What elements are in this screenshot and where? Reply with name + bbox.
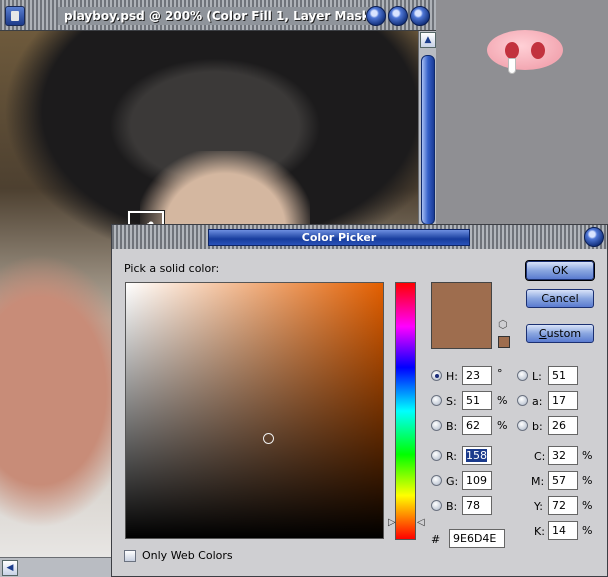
lab-b-label: b: xyxy=(532,420,543,433)
hue-slider-right-arrow-icon[interactable]: ◁ xyxy=(417,517,425,528)
saturation-unit: % xyxy=(497,394,508,407)
saturation-input[interactable]: 51 xyxy=(462,391,492,410)
saturation-brightness-field[interactable] xyxy=(125,282,384,539)
magenta-label: M: xyxy=(531,475,545,488)
cancel-button[interactable]: Cancel xyxy=(526,289,594,308)
custom-button[interactable]: Custom xyxy=(526,324,594,343)
black-input[interactable]: 14 xyxy=(548,521,578,540)
brightness-input[interactable]: 62 xyxy=(462,416,492,435)
lab-a-radio[interactable] xyxy=(517,395,528,406)
picker-title: Color Picker xyxy=(208,229,470,246)
hex-input[interactable]: 9E6D4E xyxy=(449,529,505,548)
hue-radio[interactable] xyxy=(431,370,442,381)
red-radio[interactable] xyxy=(431,450,442,461)
red-label: R: xyxy=(446,450,458,463)
document-title: playboy.psd @ 200% (Color Fill 1, Layer … xyxy=(58,7,382,25)
green-label: G: xyxy=(446,475,459,488)
scroll-up-icon[interactable]: ▲ xyxy=(420,32,436,48)
hue-input[interactable]: 23 xyxy=(462,366,492,385)
magenta-unit: % xyxy=(582,474,593,487)
only-web-colors-checkbox[interactable] xyxy=(124,550,136,562)
scroll-left-icon[interactable]: ◀ xyxy=(2,560,18,576)
brightness-radio[interactable] xyxy=(431,420,442,431)
brightness-label: B: xyxy=(446,420,458,433)
nostril-left xyxy=(505,42,519,59)
yellow-input[interactable]: 72 xyxy=(548,496,578,515)
picker-close-button[interactable] xyxy=(584,227,604,247)
ok-button[interactable]: OK xyxy=(525,260,595,281)
cyan-label: C: xyxy=(534,450,546,463)
only-web-colors-label: Only Web Colors xyxy=(142,549,233,562)
lab-a-input[interactable]: 17 xyxy=(548,391,578,410)
lab-l-input[interactable]: 51 xyxy=(548,366,578,385)
lab-l-radio[interactable] xyxy=(517,370,528,381)
close-button[interactable] xyxy=(410,6,430,26)
hex-label: # xyxy=(431,533,441,546)
pick-solid-color-label: Pick a solid color: xyxy=(124,262,220,275)
lab-b-input[interactable]: 26 xyxy=(548,416,578,435)
web-safe-cube-icon[interactable]: ⬡ xyxy=(498,318,508,331)
blue-label: B: xyxy=(446,500,458,513)
hue-label: H: xyxy=(446,370,458,383)
vertical-scroll-thumb[interactable] xyxy=(421,55,435,225)
document-titlebar[interactable]: playboy.psd @ 200% (Color Fill 1, Layer … xyxy=(0,0,436,31)
hue-slider[interactable] xyxy=(395,282,416,540)
saturation-radio[interactable] xyxy=(431,395,442,406)
green-input[interactable]: 109 xyxy=(462,471,492,490)
blue-radio[interactable] xyxy=(431,500,442,511)
pig-tooth-icon xyxy=(508,58,516,74)
lab-l-label: L: xyxy=(532,370,542,383)
black-label: K: xyxy=(534,525,545,538)
color-picker-dialog: Color Picker Pick a solid color: ▷ ◁ ⬡ O… xyxy=(111,224,608,577)
red-input[interactable]: 158 xyxy=(462,446,492,465)
hue-slider-left-arrow-icon[interactable]: ▷ xyxy=(388,517,396,528)
yellow-unit: % xyxy=(582,499,593,512)
brightness-unit: % xyxy=(497,419,508,432)
blue-input[interactable]: 78 xyxy=(462,496,492,515)
photoshop-document-icon[interactable] xyxy=(5,6,25,26)
color-field-marker[interactable] xyxy=(263,433,274,444)
saturation-label: S: xyxy=(446,395,457,408)
maximize-button[interactable] xyxy=(388,6,408,26)
hue-unit: ° xyxy=(497,367,503,380)
cyan-unit: % xyxy=(582,449,593,462)
minimize-button[interactable] xyxy=(366,6,386,26)
picker-titlebar[interactable]: Color Picker xyxy=(112,225,607,249)
current-color-swatch xyxy=(431,282,492,349)
pig-nose-icon xyxy=(487,30,563,70)
red-input-selection: 158 xyxy=(466,449,487,462)
nostril-right xyxy=(531,42,545,59)
lab-a-label: a: xyxy=(532,395,543,408)
web-safe-color-swatch[interactable] xyxy=(498,336,510,348)
yellow-label: Y: xyxy=(534,500,543,513)
black-unit: % xyxy=(582,524,593,537)
lab-b-radio[interactable] xyxy=(517,420,528,431)
magenta-input[interactable]: 57 xyxy=(548,471,578,490)
green-radio[interactable] xyxy=(431,475,442,486)
cyan-input[interactable]: 32 xyxy=(548,446,578,465)
